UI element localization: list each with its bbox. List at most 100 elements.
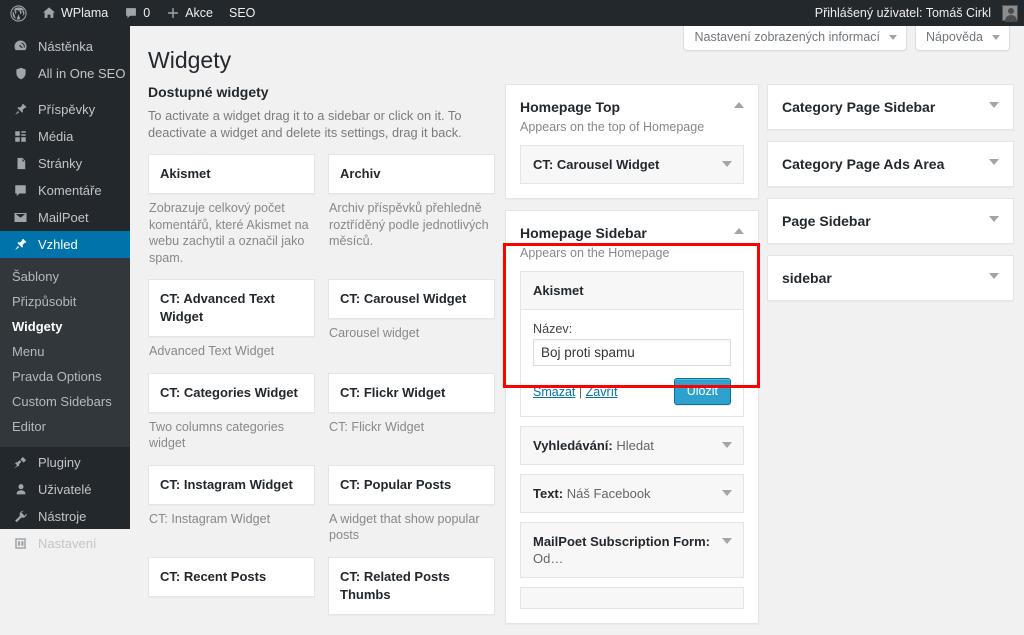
- home-icon: [43, 7, 55, 18]
- available-widget-title[interactable]: CT: Flickr Widget: [328, 372, 495, 413]
- widget-row-title: MailPoet Subscription Form:: [533, 534, 710, 549]
- sidebar-item-label: Stránky: [38, 156, 83, 171]
- new-content-menu[interactable]: Akce: [158, 0, 221, 26]
- widget-row-search[interactable]: Vyhledávání: Hledat: [520, 426, 744, 465]
- dashboard-icon: [12, 39, 29, 54]
- settings-sliders-icon: [12, 536, 29, 551]
- delete-link[interactable]: Smazat: [533, 385, 575, 399]
- seo-menu[interactable]: SEO: [221, 0, 263, 26]
- chevron-down-icon[interactable]: [722, 490, 732, 496]
- sidebar-description: Appears on the Homepage: [520, 246, 670, 260]
- sidebar-item-posts[interactable]: Příspěvky: [0, 96, 130, 123]
- chevron-down-icon[interactable]: [722, 442, 732, 448]
- screen-meta-links: Nastavení zobrazených informací Nápověda: [683, 26, 1010, 51]
- sidebar-item-mailpoet[interactable]: MailPoet: [0, 204, 130, 231]
- available-widget-description: CT: Instagram Widget: [149, 511, 271, 526]
- sidebar-category-page-sidebar[interactable]: Category Page Sidebar: [767, 84, 1014, 130]
- sidebar-category-page-ads-area[interactable]: Category Page Ads Area: [767, 141, 1014, 187]
- screen-options-label: Nastavení zobrazených informací: [694, 30, 880, 44]
- comments-menu[interactable]: 0: [116, 0, 158, 26]
- close-link[interactable]: Zavřít: [586, 385, 618, 399]
- sidebar-item-settings[interactable]: Nastavení: [0, 530, 130, 557]
- sidebar-item-media[interactable]: Média: [0, 123, 130, 150]
- available-widget: CT: Related Posts Thumbs: [328, 556, 495, 624]
- sidebar-item-label: MailPoet: [38, 210, 89, 225]
- title-field-label: Název:: [533, 322, 573, 336]
- available-widget-title[interactable]: CT: Instagram Widget: [148, 464, 315, 505]
- chevron-up-icon[interactable]: [734, 228, 744, 234]
- submenu-item-custom-sidebars[interactable]: Custom Sidebars: [0, 389, 130, 414]
- chevron-down-icon[interactable]: [989, 159, 999, 165]
- chevron-down-icon[interactable]: [989, 102, 999, 108]
- sidebar-page-sidebar[interactable]: Page Sidebar: [767, 198, 1014, 244]
- available-widget-title[interactable]: CT: Recent Posts: [148, 556, 315, 597]
- available-widget-description: Two columns categories widget: [149, 419, 285, 451]
- sidebar-homepage-top: Homepage Top Appears on the top of Homep…: [505, 84, 759, 199]
- chevron-up-icon[interactable]: [734, 102, 744, 108]
- widget-row-instance: Hledat: [616, 438, 654, 453]
- sidebar-item-label: Vzhled: [38, 237, 78, 252]
- sidebar-item-all-in-one-seo[interactable]: All in One SEO: [0, 60, 130, 87]
- wordpress-logo-icon[interactable]: [0, 0, 34, 26]
- widget-row-partial[interactable]: [520, 587, 744, 609]
- envelope-icon: [12, 210, 29, 225]
- submenu-item-customize[interactable]: Přizpůsobit: [0, 289, 130, 314]
- widget-akismet-expanded: Akismet Název: Smazat | Zavřít Uložit: [520, 271, 744, 417]
- submenu-item-menus[interactable]: Menu: [0, 339, 130, 364]
- submenu-item-pravda-options[interactable]: Pravda Options: [0, 364, 130, 389]
- widget-action-links: Smazat | Zavřít: [533, 385, 618, 399]
- available-widget: CT: Categories Widget Two columns catego…: [148, 372, 315, 465]
- available-widget-title[interactable]: Archiv: [328, 154, 495, 194]
- sidebar-item-plugins[interactable]: Pluginy: [0, 449, 130, 476]
- page-body: Nastavení zobrazených informací Nápověda…: [130, 26, 1024, 624]
- chevron-down-icon[interactable]: [722, 538, 732, 544]
- widget-row-text[interactable]: Text: Náš Facebook: [520, 474, 744, 513]
- available-widget-title[interactable]: CT: Related Posts Thumbs: [328, 556, 495, 615]
- save-button[interactable]: Uložit: [673, 378, 731, 405]
- widget-row-mailpoet[interactable]: MailPoet Subscription Form: Od…: [520, 522, 744, 578]
- available-widget-title[interactable]: CT: Categories Widget: [148, 372, 315, 413]
- media-icon: [12, 129, 29, 144]
- screen-options-toggle[interactable]: Nastavení zobrazených informací: [683, 26, 907, 51]
- shield-icon: [12, 66, 29, 81]
- sidebar-item-tools[interactable]: Nástroje: [0, 503, 130, 530]
- chevron-down-icon[interactable]: [989, 273, 999, 279]
- available-widget-title[interactable]: CT: Popular Posts: [328, 464, 495, 505]
- sidebar-item-users[interactable]: Uživatelé: [0, 476, 130, 503]
- available-widget-description: CT: Flickr Widget: [329, 419, 425, 434]
- submenu-item-widgets[interactable]: Widgety: [0, 314, 130, 339]
- sidebar-title: Homepage Sidebar: [520, 225, 647, 241]
- help-toggle[interactable]: Nápověda: [915, 26, 1010, 51]
- available-widget: CT: Popular Posts A widget that show pop…: [328, 464, 495, 557]
- sidebars-column-1: Homepage Top Appears on the top of Homep…: [505, 84, 759, 635]
- plus-icon: [168, 8, 179, 18]
- submenu-item-themes[interactable]: Šablony: [0, 264, 130, 289]
- submenu-item-editor[interactable]: Editor: [0, 414, 130, 439]
- available-widget-title[interactable]: Akismet: [148, 154, 315, 194]
- title-field-input[interactable]: [533, 339, 731, 366]
- available-widget-title[interactable]: CT: Advanced Text Widget: [148, 279, 315, 337]
- admin-bar: WPlama 0 Akce SEO Přihlášený uživatel: T…: [0, 0, 1024, 26]
- widget-akismet-header[interactable]: Akismet: [521, 272, 743, 310]
- sidebar-item-pages[interactable]: Stránky: [0, 150, 130, 177]
- sidebar-item-dashboard[interactable]: Nástěnka: [0, 33, 130, 60]
- available-widget-description: Carousel widget: [329, 326, 420, 340]
- account-menu[interactable]: Přihlášený uživatel: Tomáš Cirkl: [807, 0, 1024, 26]
- sidebar-item-appearance[interactable]: Vzhled: [0, 231, 138, 258]
- widget-row-carousel[interactable]: CT: Carousel Widget: [520, 145, 744, 184]
- site-name-menu[interactable]: WPlama: [34, 0, 116, 26]
- available-widgets-description: To activate a widget drag it to a sideba…: [148, 108, 462, 140]
- available-widgets-heading: Dostupné widgety: [148, 84, 269, 100]
- sidebar-title: Homepage Top: [520, 99, 621, 115]
- sidebar-homepage-sidebar: Homepage Sidebar Appears on the Homepage…: [505, 210, 759, 624]
- sidebar-item-label: Uživatelé: [38, 482, 92, 497]
- chevron-down-icon[interactable]: [989, 216, 999, 222]
- site-name-label: WPlama: [61, 6, 109, 20]
- widget-row-title: Vyhledávání:: [533, 438, 613, 453]
- available-widget-description: Archiv příspěvků přehledně roztříděný po…: [329, 201, 489, 248]
- sidebar-item-comments[interactable]: Komentáře: [0, 177, 130, 204]
- chevron-down-icon[interactable]: [722, 161, 732, 167]
- sidebar-default-sidebar[interactable]: sidebar: [767, 255, 1014, 301]
- sidebar-description: Appears on the top of Homepage: [520, 120, 705, 134]
- available-widget-title[interactable]: CT: Carousel Widget: [328, 279, 495, 319]
